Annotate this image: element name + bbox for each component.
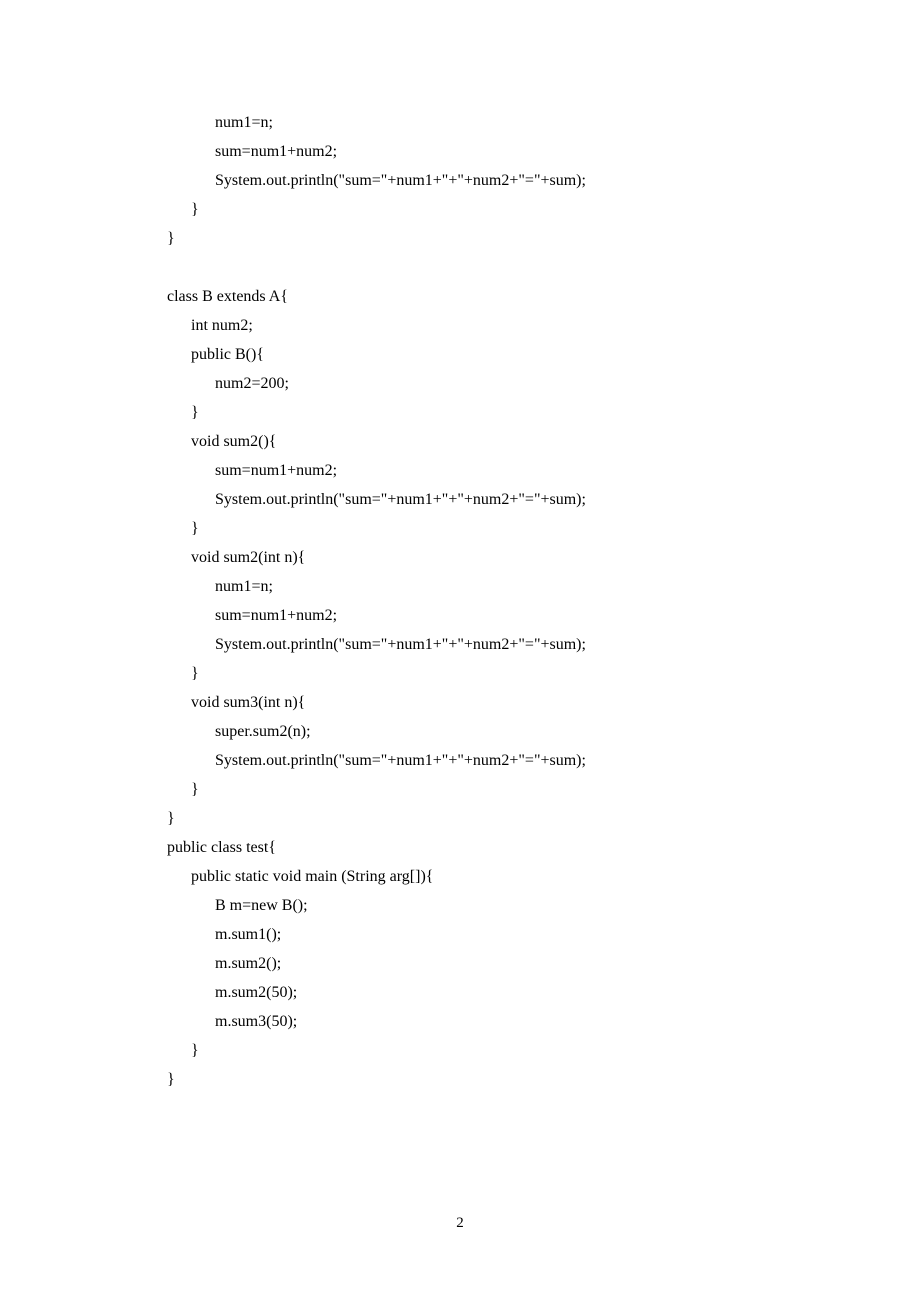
code-line: void sum2(){ [167,427,920,456]
code-line: void sum3(int n){ [167,688,920,717]
code-line: } [167,804,920,833]
code-line: sum=num1+num2; [167,456,920,485]
code-line: System.out.println("sum="+num1+"+"+num2+… [167,630,920,659]
code-line: public B(){ [167,340,920,369]
code-line: System.out.println("sum="+num1+"+"+num2+… [167,166,920,195]
code-line: System.out.println("sum="+num1+"+"+num2+… [167,746,920,775]
code-line: num1=n; [167,572,920,601]
code-line: int num2; [167,311,920,340]
code-line: public class test{ [167,833,920,862]
code-line: num2=200; [167,369,920,398]
code-line: m.sum2(50); [167,978,920,1007]
code-line: m.sum2(); [167,949,920,978]
code-line: B m=new B(); [167,891,920,920]
code-line: num1=n; [167,108,920,137]
page-number: 2 [0,1215,920,1232]
code-line: } [167,514,920,543]
code-line: sum=num1+num2; [167,601,920,630]
code-line: m.sum1(); [167,920,920,949]
code-line: } [167,224,920,253]
code-line: System.out.println("sum="+num1+"+"+num2+… [167,485,920,514]
code-line: } [167,775,920,804]
code-line: public static void main (String arg[]){ [167,862,920,891]
code-line: } [167,398,920,427]
code-line: } [167,1036,920,1065]
code-line: class B extends A{ [167,282,920,311]
code-line: } [167,659,920,688]
code-block: num1=n; sum=num1+num2; System.out.printl… [167,108,920,1094]
code-line: sum=num1+num2; [167,137,920,166]
code-line: } [167,195,920,224]
code-line [167,253,920,282]
code-line: super.sum2(n); [167,717,920,746]
code-line: void sum2(int n){ [167,543,920,572]
code-line: } [167,1065,920,1094]
code-line: m.sum3(50); [167,1007,920,1036]
